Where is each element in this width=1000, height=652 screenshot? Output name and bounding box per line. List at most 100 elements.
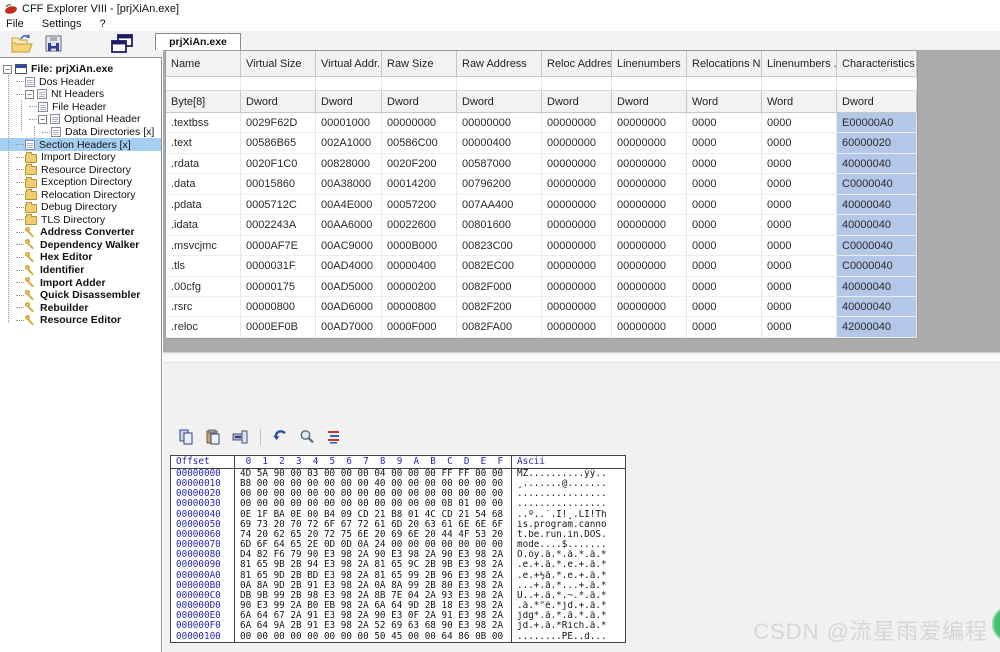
value-cell[interactable]: 00828000 (316, 154, 382, 174)
value-cell[interactable]: 00000800 (382, 297, 457, 317)
menu-help[interactable]: ? (99, 18, 105, 30)
value-cell[interactable]: 007AA400 (457, 195, 542, 215)
value-cell[interactable]: 00586B65 (241, 133, 316, 153)
value-cell[interactable]: 00000000 (612, 113, 687, 133)
hex-ascii[interactable]: ¸.......@....... (511, 479, 625, 489)
column-header-raw-size[interactable]: Raw Size (382, 51, 457, 77)
hex-ascii[interactable]: MZ..........ÿÿ.. (511, 469, 625, 479)
value-cell[interactable]: C0000040 (837, 174, 917, 194)
value-cell[interactable]: 0000 (687, 215, 762, 235)
value-cell[interactable]: 00A4E000 (316, 195, 382, 215)
column-header-linenumbers[interactable]: Linenumbers (612, 51, 687, 77)
section-name-cell[interactable]: .pdata (166, 195, 241, 215)
goto-icon[interactable] (326, 429, 342, 445)
paste-icon[interactable] (205, 429, 221, 445)
value-cell[interactable]: 00000000 (612, 256, 687, 276)
hex-ascii[interactable]: ..º..´.Í!¸.LÍ!Th (511, 510, 625, 520)
sidebar-item-quick-disassembler[interactable]: Quick Disassembler (0, 289, 161, 302)
value-cell[interactable]: 0000 (762, 215, 837, 235)
value-cell[interactable]: 00587000 (457, 154, 542, 174)
value-cell[interactable]: 00000000 (612, 236, 687, 256)
sidebar-item-optional-header[interactable]: −Optional Header (0, 113, 161, 126)
column-header-raw-address[interactable]: Raw Address (457, 51, 542, 77)
copy-icon[interactable] (178, 429, 194, 445)
value-cell[interactable]: 00000000 (542, 256, 612, 276)
value-cell[interactable]: 00000000 (542, 133, 612, 153)
column-header-characteristics[interactable]: Characteristics (837, 51, 917, 77)
section-name-cell[interactable]: .idata (166, 215, 241, 235)
value-cell[interactable]: 40000040 (837, 154, 917, 174)
value-cell[interactable]: 00001000 (316, 113, 382, 133)
sidebar-item-resource-editor[interactable]: Resource Editor (0, 314, 161, 327)
column-header-reloc-address[interactable]: Reloc Address (542, 51, 612, 77)
value-cell[interactable]: 40000040 (837, 277, 917, 297)
hex-ascii[interactable]: ...+.ã.*...+.ã.* (511, 581, 625, 591)
sidebar-item-exception-directory[interactable]: Exception Directory (0, 176, 161, 189)
hex-ascii[interactable]: Û..+.ã.*.~.*.ã.* (511, 591, 625, 601)
value-cell[interactable]: 00000000 (612, 195, 687, 215)
section-name-cell[interactable]: .textbss (166, 113, 241, 133)
value-cell[interactable]: 0000 (687, 317, 762, 337)
column-header-linenumbers[interactable]: Linenumbers ... (762, 51, 837, 77)
section-name-cell[interactable]: .text (166, 133, 241, 153)
value-cell[interactable]: 0000 (762, 256, 837, 276)
sidebar-item-nt-headers[interactable]: −Nt Headers (0, 88, 161, 101)
menu-file[interactable]: File (6, 18, 24, 30)
value-cell[interactable]: 0082F200 (457, 297, 542, 317)
sidebar-item-hex-editor[interactable]: Hex Editor (0, 251, 161, 264)
value-cell[interactable]: 0000 (687, 174, 762, 194)
table-row[interactable]: .text00586B65002A100000586C0000000400000… (166, 133, 917, 153)
value-cell[interactable]: 00000000 (612, 277, 687, 297)
value-cell[interactable]: 0082EC00 (457, 256, 542, 276)
value-cell[interactable]: 40000040 (837, 297, 917, 317)
value-cell[interactable]: 0082FA00 (457, 317, 542, 337)
value-cell[interactable]: 00000000 (612, 297, 687, 317)
tab-prjxian-exe[interactable]: prjXiAn.exe (155, 33, 241, 50)
section-name-cell[interactable]: .reloc (166, 317, 241, 337)
value-cell[interactable]: 00AD5000 (316, 277, 382, 297)
sidebar-item-file-prjxian-exe[interactable]: −File: prjXiAn.exe (0, 63, 161, 76)
sidebar-item-rebuilder[interactable]: Rebuilder (0, 301, 161, 314)
value-cell[interactable]: 0000 (762, 277, 837, 297)
value-cell[interactable]: 0000 (687, 133, 762, 153)
value-cell[interactable]: 00A38000 (316, 174, 382, 194)
value-cell[interactable]: E00000A0 (837, 113, 917, 133)
table-row[interactable]: .idata0002243A00AA6000000226000080160000… (166, 215, 917, 235)
value-cell[interactable]: 00000000 (612, 215, 687, 235)
value-cell[interactable]: 0005712C (241, 195, 316, 215)
section-name-cell[interactable]: .00cfg (166, 277, 241, 297)
sidebar-item-file-header[interactable]: File Header (0, 101, 161, 114)
value-cell[interactable]: 0000 (687, 297, 762, 317)
value-cell[interactable]: 00586C00 (382, 133, 457, 153)
hex-ascii[interactable]: ................ (511, 499, 625, 509)
open-file-icon[interactable] (10, 33, 34, 55)
value-cell[interactable]: 00AD4000 (316, 256, 382, 276)
sidebar-item-identifier[interactable]: Identifier (0, 264, 161, 277)
value-cell[interactable]: 0000EF0B (241, 317, 316, 337)
value-cell[interactable]: 00000000 (542, 113, 612, 133)
value-cell[interactable]: 00000175 (241, 277, 316, 297)
hex-ascii[interactable]: .e.+.ã.*.e.+.ã.* (511, 560, 625, 570)
value-cell[interactable]: 00AD7000 (316, 317, 382, 337)
value-cell[interactable]: 00000000 (612, 133, 687, 153)
hex-ascii[interactable]: is.program.canno (511, 520, 625, 530)
value-cell[interactable]: 0000 (762, 236, 837, 256)
table-row[interactable]: .00cfg0000017500AD5000000002000082F00000… (166, 277, 917, 297)
value-cell[interactable]: 00000000 (382, 113, 457, 133)
fill-icon[interactable] (232, 429, 249, 445)
sidebar-item-import-adder[interactable]: Import Adder (0, 276, 161, 289)
table-row[interactable]: .pdata0005712C00A4E00000057200007AA40000… (166, 195, 917, 215)
sidebar-item-relocation-directory[interactable]: Relocation Directory (0, 188, 161, 201)
column-header-name[interactable]: Name (166, 51, 241, 77)
tree-expander-icon[interactable]: − (3, 65, 12, 74)
sidebar-item-tls-directory[interactable]: TLS Directory (0, 214, 161, 227)
menu-settings[interactable]: Settings (42, 18, 82, 30)
value-cell[interactable]: 0000 (687, 236, 762, 256)
section-name-cell[interactable]: .rdata (166, 154, 241, 174)
value-cell[interactable]: 00000000 (612, 174, 687, 194)
value-cell[interactable]: 0000 (687, 277, 762, 297)
value-cell[interactable]: 00000200 (382, 277, 457, 297)
value-cell[interactable]: 00823C00 (457, 236, 542, 256)
value-cell[interactable]: C0000040 (837, 256, 917, 276)
value-cell[interactable]: 0000 (687, 195, 762, 215)
